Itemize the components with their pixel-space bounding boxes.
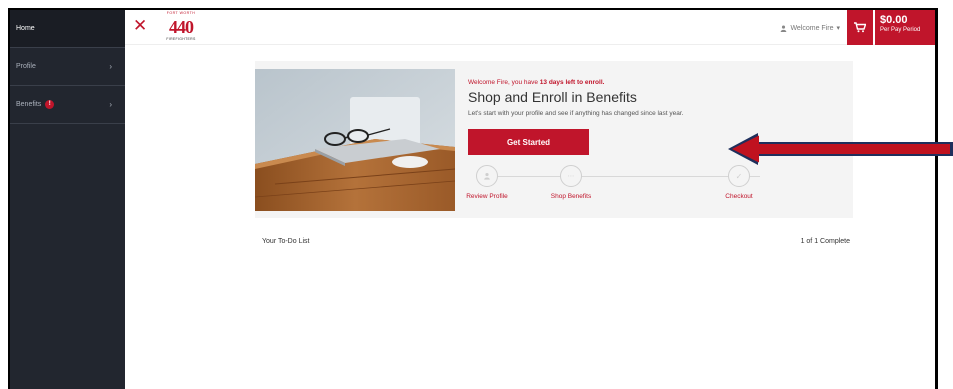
page-title: Shop and Enroll in Benefits	[468, 89, 637, 105]
cart-icon	[854, 22, 866, 33]
step-label: Shop Benefits	[550, 193, 592, 200]
sidebar: Home Profile › Benefits ! ›	[10, 10, 125, 389]
enrollment-progress: Review Profile ⋯ Shop Benefits ✓ Checkou…	[466, 165, 768, 205]
step-label: Checkout	[725, 193, 753, 200]
user-icon	[484, 172, 490, 180]
price-value: $0.00	[880, 14, 908, 26]
welcome-text: Welcome Fire	[790, 24, 834, 32]
enroll-message-prefix: Welcome Fire, you have	[468, 79, 540, 86]
sidebar-item-label: Benefits	[16, 101, 42, 108]
card-subtext: Let's start with your profile and see if…	[468, 110, 684, 117]
step-circle: ✓	[728, 165, 750, 187]
chevron-right-icon: ›	[109, 62, 112, 71]
enroll-deadline: 13 days left to enroll.	[539, 79, 605, 86]
cart-button[interactable]	[847, 10, 873, 45]
check-icon: ✓	[735, 171, 743, 181]
close-icon[interactable]: ✕	[133, 16, 147, 36]
annotation-arrow-icon	[728, 133, 953, 165]
sidebar-item-benefits[interactable]: Benefits ! ›	[10, 86, 125, 124]
step-circle	[476, 165, 498, 187]
price-period: Per Pay Period	[880, 27, 921, 33]
sidebar-item-label: Home	[16, 25, 35, 32]
user-icon	[781, 25, 787, 32]
todo-title: Your To-Do List	[262, 238, 310, 245]
sidebar-item-label: Profile	[16, 63, 36, 70]
app-frame: Home Profile › Benefits ! › ✕ FORT WORTH…	[8, 8, 938, 389]
logo-bottom-text: FIREFIGHTERS	[166, 37, 196, 41]
card-body: Welcome Fire, you have 13 days left to e…	[468, 79, 684, 117]
sidebar-item-home[interactable]: Home	[10, 10, 125, 48]
top-bar: ✕ FORT WORTH 440 FIREFIGHTERS Welcome Fi…	[125, 10, 935, 45]
step-label: Review Profile	[466, 193, 508, 200]
logo-top-text: FORT WORTH	[166, 11, 196, 15]
price-summary[interactable]: $0.00 Per Pay Period	[875, 10, 935, 45]
hero-image	[255, 69, 455, 211]
brand-logo[interactable]: FORT WORTH 440 FIREFIGHTERS	[158, 11, 204, 43]
logo-number: 440	[169, 17, 194, 37]
step-shop-benefits[interactable]: ⋯ Shop Benefits	[531, 165, 611, 200]
caret-down-icon: ▾	[836, 25, 840, 32]
step-review-profile[interactable]: Review Profile	[447, 165, 527, 200]
user-menu[interactable]: Welcome Fire ▾	[780, 24, 840, 32]
chevron-right-icon: ›	[109, 100, 112, 109]
alert-badge: !	[45, 100, 55, 109]
get-started-button[interactable]: Get Started	[468, 129, 589, 155]
enroll-message: Welcome Fire, you have 13 days left to e…	[468, 79, 684, 86]
todo-count: 1 of 1 Complete	[800, 238, 850, 245]
dollar-icon: ⋯	[567, 173, 575, 180]
step-checkout[interactable]: ✓ Checkout	[699, 165, 779, 200]
step-circle: ⋯	[560, 165, 582, 187]
sidebar-item-profile[interactable]: Profile ›	[10, 48, 125, 86]
